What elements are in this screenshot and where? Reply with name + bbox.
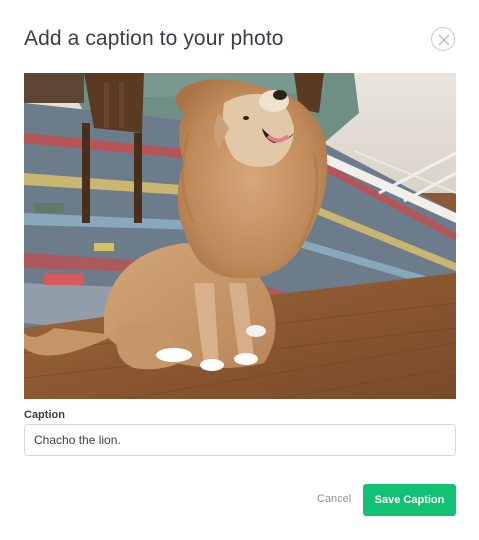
close-button[interactable] — [431, 27, 455, 51]
dialog-title: Add a caption to your photo — [24, 27, 284, 50]
close-icon — [438, 34, 450, 46]
dog-photo-image — [24, 73, 456, 399]
caption-label: Caption — [24, 409, 65, 421]
caption-dialog: Add a caption to your photo Caption Chac… — [0, 0, 479, 540]
dialog-header: Add a caption to your photo — [24, 24, 455, 58]
cancel-button[interactable]: Cancel — [313, 488, 355, 510]
caption-input[interactable] — [24, 424, 456, 456]
photo-preview — [24, 73, 456, 399]
save-caption-button[interactable]: Save Caption — [363, 484, 456, 516]
